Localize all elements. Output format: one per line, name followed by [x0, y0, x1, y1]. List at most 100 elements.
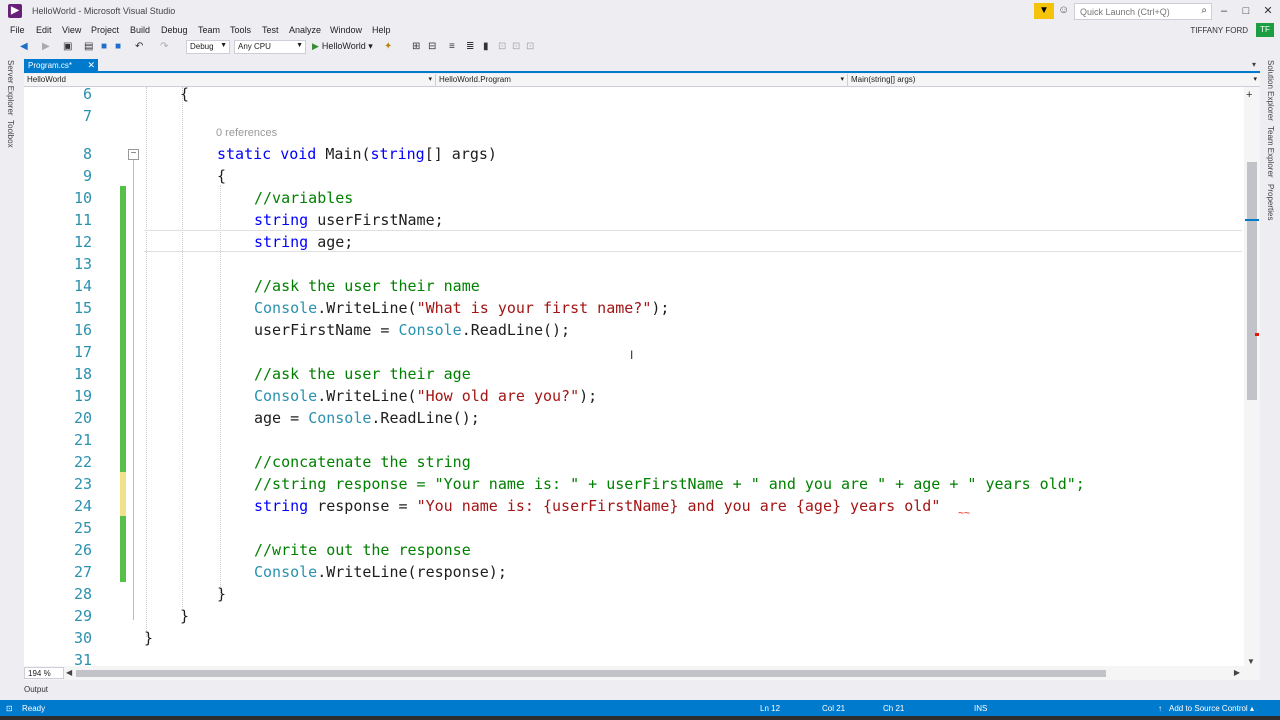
format-icon[interactable]: ⊟ [428, 41, 436, 52]
step-icon[interactable]: ⊞ [412, 41, 420, 52]
menu-view[interactable]: View [62, 25, 81, 35]
comment: //ask the user their name [254, 277, 480, 295]
code-line: 6{ [24, 87, 1244, 105]
brace: } [217, 585, 227, 603]
keyword-void: void [280, 145, 317, 163]
feedback-icon[interactable]: ☺ [1058, 4, 1069, 16]
call-close: ); [651, 299, 670, 317]
scroll-down-icon[interactable]: ▼ [1247, 657, 1255, 666]
solution-configuration-select[interactable]: Debug ▼ [186, 40, 230, 54]
code-line: 20 age = Console.ReadLine(); [24, 407, 1244, 429]
tab-program-cs[interactable]: Program.cs* ✕ [24, 59, 98, 73]
code-line: 12 string age; [24, 231, 1244, 253]
notification-filter-icon[interactable]: ▼ [1034, 3, 1054, 19]
back-icon[interactable]: ◀ [20, 41, 28, 52]
method-signature: static void Main(string[] args) [217, 143, 497, 165]
method-name: Main( [316, 145, 371, 163]
next-bookmark-icon[interactable]: ⊡ [512, 41, 520, 52]
chevron-down-icon: ▾ [428, 76, 432, 83]
save-all-icon[interactable]: ■ [115, 41, 121, 52]
play-icon: ▶ [312, 41, 319, 51]
menu-help[interactable]: Help [372, 25, 391, 35]
toolbox-tab[interactable]: Toolbox [6, 120, 15, 148]
line-number: 26 [73, 541, 92, 559]
menu-project[interactable]: Project [91, 25, 119, 35]
diagnostic-icon[interactable]: ✦ [384, 41, 392, 52]
search-icon: ⌕ [1201, 5, 1207, 16]
project-dropdown[interactable]: HelloWorld ▾ [24, 74, 436, 87]
maximize-button[interactable]: □ [1236, 3, 1256, 19]
call-close: ); [579, 387, 598, 405]
forward-icon[interactable]: ▶ [42, 41, 50, 52]
code-line: 14 //ask the user their name [24, 275, 1244, 297]
keyword-string: string [254, 233, 309, 251]
horizontal-scrollbar[interactable]: 194 % ◀ ▶ [24, 666, 1260, 680]
close-button[interactable]: ✕ [1258, 3, 1278, 19]
menu-analyze[interactable]: Analyze [289, 25, 321, 35]
type-dropdown[interactable]: HelloWorld.Program ▾ [436, 74, 848, 87]
line-number: 14 [73, 277, 92, 295]
line-number: 18 [73, 365, 92, 383]
menu-team[interactable]: Team [198, 25, 220, 35]
quick-launch-input[interactable]: Quick Launch (Ctrl+Q) ⌕ [1074, 3, 1212, 20]
horizontal-scroll-thumb[interactable] [76, 670, 1106, 677]
vertical-scroll-thumb[interactable] [1247, 162, 1257, 400]
bookmark-icon[interactable]: ▮ [483, 41, 489, 52]
prev-bookmark-icon[interactable]: ⊡ [498, 41, 506, 52]
visual-studio-logo-icon[interactable]: ▶ [8, 4, 22, 18]
redo-icon[interactable]: ↷ [160, 41, 168, 52]
method-call: .WriteLine( [317, 299, 417, 317]
member-dropdown[interactable]: Main(string[] args) ▾ [848, 74, 1260, 87]
string-literal: "You name is: {userFirstName} and you ar… [416, 497, 941, 515]
caret-position-marker [1245, 219, 1259, 221]
code-editor[interactable]: − 0 references 6{ 7 8 static void Main(st… [24, 87, 1244, 666]
avatar[interactable]: TF [1256, 23, 1274, 37]
code-line: 21 [24, 429, 1244, 451]
add-to-source-control-button[interactable]: Add to Source Control ▴ [1169, 704, 1254, 713]
line-number: 15 [73, 299, 92, 317]
statement: Console.WriteLine("What is your first na… [254, 297, 669, 319]
user-name[interactable]: TIFFANY FORD [1190, 26, 1248, 35]
save-icon[interactable]: ■ [101, 41, 107, 52]
menu-window[interactable]: Window [330, 25, 362, 35]
code-line: 7 [24, 105, 1244, 127]
team-explorer-tab[interactable]: Team Explorer [1266, 126, 1275, 178]
new-project-icon[interactable]: ▣ [63, 41, 72, 52]
menu-test[interactable]: Test [262, 25, 279, 35]
line-number: 23 [73, 475, 92, 493]
open-file-icon[interactable]: ▤ [84, 41, 93, 52]
menu-build[interactable]: Build [130, 25, 150, 35]
chevron-down-icon: ▼ [296, 42, 303, 49]
start-debugging-button[interactable]: ▶ HelloWorld ▾ [312, 41, 373, 52]
indent-icon[interactable]: ≡ [449, 41, 455, 52]
tab-output[interactable]: Output [24, 685, 48, 694]
desktop-strip [0, 716, 1280, 720]
left-tool-rail: Server Explorer Toolbox [0, 56, 24, 700]
undo-icon[interactable]: ↶ [135, 41, 143, 52]
split-icon[interactable]: + [1246, 89, 1252, 101]
properties-tab[interactable]: Properties [1266, 184, 1275, 220]
chevron-down-icon[interactable]: ▾ [1252, 60, 1256, 69]
menu-file[interactable]: File [10, 25, 25, 35]
menu-debug[interactable]: Debug [161, 25, 188, 35]
vertical-scrollbar[interactable]: + ▼ [1244, 87, 1260, 666]
close-icon[interactable]: ✕ [87, 60, 95, 71]
outdent-icon[interactable]: ≣ [466, 41, 474, 52]
minimize-button[interactable]: – [1214, 3, 1234, 19]
keyword-string: string [254, 497, 309, 515]
menu-tools[interactable]: Tools [230, 25, 251, 35]
scroll-left-icon[interactable]: ◀ [66, 668, 72, 677]
code-line: 24 string response = "You name is: {userF… [24, 495, 1244, 517]
codelens-references[interactable]: 0 references [216, 127, 277, 139]
solution-platform-select[interactable]: Any CPU ▼ [234, 40, 306, 54]
server-explorer-tab[interactable]: Server Explorer [6, 60, 15, 116]
menu-edit[interactable]: Edit [36, 25, 52, 35]
solution-explorer-tab[interactable]: Solution Explorer [1266, 60, 1275, 121]
zoom-select[interactable]: 194 % [24, 667, 64, 679]
code-line: 28} [24, 583, 1244, 605]
error-marker [1255, 333, 1259, 336]
clear-bookmarks-icon[interactable]: ⊡ [526, 41, 534, 52]
line-number: 7 [82, 107, 92, 125]
scroll-right-icon[interactable]: ▶ [1234, 668, 1240, 677]
comment: //write out the response [254, 541, 471, 559]
